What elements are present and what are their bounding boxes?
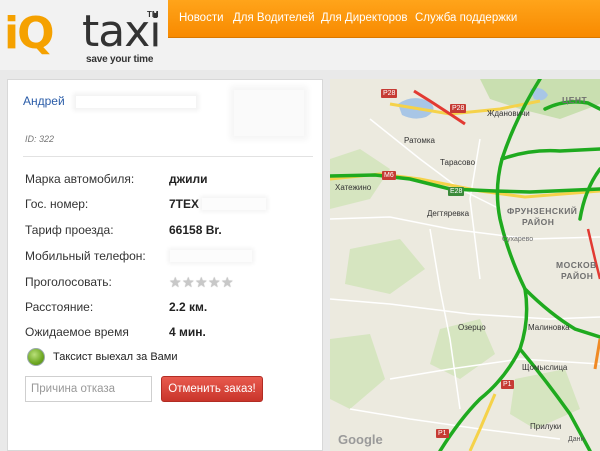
fare-label: Тариф проезда:	[25, 223, 114, 237]
vote-label: Проголосовать:	[25, 275, 112, 289]
car-brand-label: Марка автомобиля:	[25, 172, 135, 186]
plate-label: Гос. номер:	[25, 197, 89, 211]
redacted-area	[76, 96, 196, 108]
star-icon[interactable]: ★	[208, 275, 221, 289]
star-icon[interactable]: ★	[195, 275, 208, 289]
map-place-label: Сухарево	[502, 236, 534, 243]
phone-label: Мобильный телефон:	[25, 249, 146, 263]
top-nav: Новости Для Водителей Для Директоров Слу…	[168, 0, 600, 38]
order-panel: Андрей ID: 322 Марка автомобиля: джили Г…	[7, 79, 323, 451]
map-place-label: Хатежино	[335, 183, 372, 192]
redacted-area	[234, 90, 304, 136]
nav-news[interactable]: Новости	[179, 12, 224, 24]
map-place-label: Озерцо	[458, 323, 486, 332]
eta-label: Ожидаемое время	[25, 325, 129, 339]
nav-drivers[interactable]: Для Водителей	[233, 12, 315, 24]
map-credit[interactable]: Данн	[568, 436, 584, 443]
road-shield: P28	[450, 104, 467, 113]
map-district-label: ФРУНЗЕНСКИЙ	[507, 206, 578, 216]
map-place-label: Прилуки	[530, 422, 562, 431]
status-text: Таксист выехал за Вами	[53, 351, 178, 363]
star-icon[interactable]: ★	[182, 275, 195, 289]
map-place-label: Малиновка	[528, 323, 570, 332]
road-shield: P1	[436, 429, 449, 438]
logo-slogan: save your time	[86, 54, 154, 65]
map-place-label: Щомыслица	[522, 363, 568, 372]
road-shield: P1	[501, 380, 514, 389]
cancel-reason-input[interactable]	[25, 376, 152, 402]
map-district-label: ЦЕНТ	[562, 95, 588, 105]
star-icon[interactable]: ★	[169, 275, 182, 289]
star-icon[interactable]: ★	[221, 275, 234, 289]
redacted-area	[170, 250, 252, 262]
nav-support[interactable]: Служба поддержки	[415, 12, 517, 24]
map-district-label: РАЙОН	[561, 271, 594, 281]
car-brand-value: джили	[169, 172, 208, 186]
logo-iq: iQ	[4, 8, 54, 59]
status-indicator-icon	[27, 348, 45, 366]
header: iQ taxi TM save your time Новости Для Во…	[0, 0, 600, 70]
fare-value: 66158 Br.	[169, 223, 222, 237]
map-place-label: Ждановичи	[487, 109, 530, 118]
logo[interactable]: iQ taxi TM save your time	[4, 4, 164, 68]
eta-value: 4 мин.	[169, 325, 206, 339]
redacted-area	[202, 198, 266, 210]
user-name-link[interactable]: Андрей	[23, 94, 65, 108]
map-district-label: МОСКОВ	[556, 260, 597, 270]
map-place-label: Тарасово	[440, 158, 476, 167]
google-logo: Google	[338, 432, 383, 447]
divider	[23, 156, 313, 157]
distance-value: 2.2 км.	[169, 300, 208, 314]
road-shield: P28	[381, 89, 398, 98]
plate-value: 7ТЕХ	[169, 197, 200, 211]
map-place-label: Ратомка	[404, 136, 435, 145]
logo-tm: TM	[147, 10, 159, 19]
distance-label: Расстояние:	[25, 300, 94, 314]
rating-stars[interactable]: ★★★★★	[169, 274, 234, 289]
road-shield: E28	[448, 187, 465, 196]
nav-directors[interactable]: Для Директоров	[321, 12, 408, 24]
user-id: ID: 322	[25, 134, 55, 144]
map-district-label: РАЙОН	[522, 217, 555, 227]
map-place-label: Дегтяревка	[427, 209, 470, 218]
map[interactable]: Ждановичи Ратомка Тарасово Хатежино Дегт…	[330, 79, 600, 451]
cancel-order-button[interactable]: Отменить заказ!	[161, 376, 263, 402]
road-shield: M6	[382, 171, 396, 180]
